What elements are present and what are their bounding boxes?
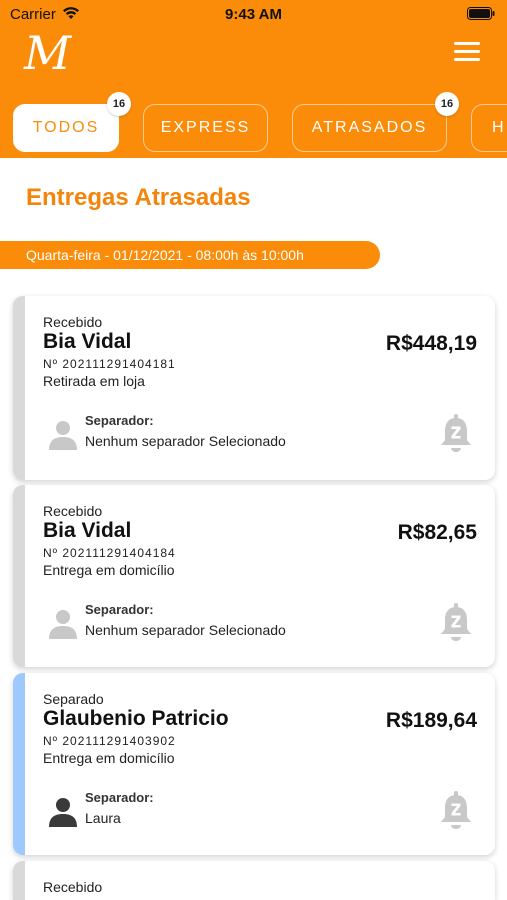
person-icon: [49, 421, 77, 450]
delivery-type: Entrega em domicílio: [43, 562, 175, 578]
order-number: Nº 202111291404184: [43, 546, 176, 560]
order-card[interactable]: Separado Glaubenio Patricio R$189,64 Nº …: [13, 673, 495, 855]
hamburger-menu-icon[interactable]: [452, 40, 482, 64]
person-icon: [49, 610, 77, 639]
tab-label: H: [492, 119, 506, 136]
battery-icon: [467, 7, 495, 20]
status-stripe: [13, 673, 25, 855]
app-header: Carrier 9:43 AM M TODOS 16 EXPRESS ATRAS…: [0, 0, 507, 158]
customer-name: Bia Vidal: [43, 519, 132, 542]
order-price: R$189,64: [385, 709, 477, 732]
order-status: Separado: [43, 691, 104, 707]
order-card[interactable]: Recebido: [13, 861, 495, 900]
tab-todos[interactable]: TODOS: [13, 104, 119, 152]
separator-label: Separador:: [85, 413, 154, 428]
delivery-type: Entrega em domicílio: [43, 750, 175, 766]
order-status: Recebido: [43, 503, 103, 519]
snooze-bell-icon[interactable]: [439, 603, 473, 641]
tab-h[interactable]: H: [471, 104, 507, 152]
brand-logo[interactable]: M: [24, 30, 71, 76]
tab-label: ATRASADOS: [311, 119, 428, 136]
order-price: R$448,19: [385, 332, 477, 355]
separator-value: Laura: [85, 810, 121, 826]
delivery-window-bar: Quarta-feira - 01/12/2021 - 08:00h às 10…: [0, 241, 380, 269]
order-number: Nº 202111291404181: [43, 357, 176, 371]
status-stripe: [13, 485, 25, 667]
order-status: Recebido: [43, 314, 103, 330]
tab-label: EXPRESS: [160, 119, 251, 136]
order-card[interactable]: Recebido Bia Vidal R$448,19 Nº 202111291…: [13, 296, 495, 480]
status-stripe: [13, 861, 25, 900]
delivery-type: Retirada em loja: [43, 373, 145, 389]
snooze-bell-icon[interactable]: [439, 414, 473, 452]
separator-value: Nenhum separador Selecionado: [85, 622, 286, 638]
order-status: Recebido: [43, 879, 103, 895]
separator-value: Nenhum separador Selecionado: [85, 433, 286, 449]
customer-name: Glaubenio Patricio: [43, 707, 229, 730]
order-card[interactable]: Recebido Bia Vidal R$82,65 Nº 2021112914…: [13, 485, 495, 667]
clock: 9:43 AM: [225, 6, 282, 23]
filter-tabs: TODOS 16 EXPRESS ATRASADOS 16 H: [0, 92, 507, 156]
tab-express[interactable]: EXPRESS: [143, 104, 268, 152]
tab-atrasados-badge: 16: [435, 92, 459, 116]
status-stripe: [13, 296, 25, 480]
tab-atrasados[interactable]: ATRASADOS: [292, 104, 447, 152]
order-number: Nº 202111291403902: [43, 734, 176, 748]
snooze-bell-icon[interactable]: [439, 791, 473, 829]
page-title: Entregas Atrasadas: [26, 184, 251, 211]
separator-label: Separador:: [85, 790, 154, 805]
separator-label: Separador:: [85, 602, 154, 617]
customer-name: Bia Vidal: [43, 330, 132, 353]
status-bar: Carrier 9:43 AM: [0, 0, 507, 28]
order-price: R$82,65: [397, 521, 477, 544]
tab-todos-badge: 16: [107, 92, 131, 116]
person-icon: [49, 798, 77, 827]
tab-label: TODOS: [32, 119, 100, 136]
